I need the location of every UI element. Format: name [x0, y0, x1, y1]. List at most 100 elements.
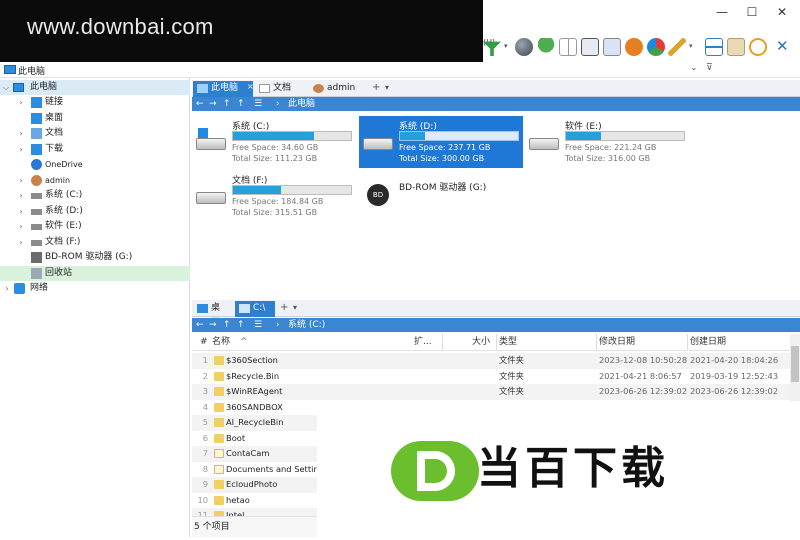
address-dropdown-icon[interactable]: ⌄ — [690, 63, 698, 73]
tab-desktop[interactable]: 桌面 — [193, 301, 233, 328]
menu-icon[interactable]: ☰ — [254, 97, 262, 111]
tab-documents[interactable]: 文档 — [255, 81, 307, 97]
chevron-down-icon[interactable]: ▾ — [504, 42, 508, 50]
breadcrumb[interactable]: 此电脑 — [288, 97, 315, 111]
back-icon[interactable]: ← — [196, 318, 204, 332]
address-path: 此电脑 — [18, 67, 46, 77]
sort-ascending-icon: ^ — [240, 337, 248, 347]
column-extension[interactable]: 扩... — [414, 334, 432, 350]
tab-this-pc[interactable]: 此电脑 × — [193, 79, 254, 97]
drive-tile[interactable]: 系统 (C:) Free Space: 34.60 GB Total Size: 1… — [192, 116, 356, 168]
broom-icon[interactable] — [668, 38, 686, 56]
column-name[interactable]: 名称 — [212, 334, 230, 350]
forward-icon[interactable]: → — [209, 97, 217, 111]
column-size[interactable]: 大小 — [472, 334, 490, 350]
tree-item[interactable]: › 链接 — [0, 95, 190, 110]
record-icon[interactable] — [749, 38, 767, 56]
table-row[interactable]: 2 $Recycle.Bin 文件夹 2021-04-21 8:06:57 2019-0… — [192, 369, 790, 385]
chevron-down-icon[interactable]: ▾ — [689, 42, 693, 50]
chevron-right-icon[interactable]: › — [17, 188, 25, 203]
drive-tile[interactable]: 文档 (F:) Free Space: 184.84 GB Total Size: … — [192, 170, 356, 222]
chevron-right-icon[interactable]: › — [17, 95, 25, 110]
table-row[interactable]: 1 $360Section 文件夹 2023-12-08 10:50:28 2021-0… — [192, 353, 790, 369]
drive-tile[interactable]: 系统 (D:) Free Space: 237.71 GB Total Size: … — [359, 116, 523, 168]
address-bar[interactable]: 此电脑 ⌄ ⊽ — [0, 62, 800, 78]
tree-item-label: OneDrive — [45, 160, 83, 169]
breadcrumb[interactable]: 系统 (C:) — [288, 318, 325, 332]
grid-icon[interactable] — [559, 38, 577, 56]
filter-icon[interactable]: ⊽ — [706, 63, 713, 73]
tree-item[interactable]: › 文档 (F:) — [0, 235, 190, 250]
chevron-down-icon[interactable]: ⌵ — [2, 80, 10, 95]
tree-item[interactable]: 回收站 — [0, 265, 190, 281]
up-icon[interactable]: ↑ — [237, 97, 245, 111]
chevron-right-icon[interactable]: › — [17, 219, 25, 234]
panel-icon[interactable] — [727, 38, 745, 56]
tab-admin[interactable]: admin — [309, 81, 367, 97]
tree-item[interactable]: › 系统 (D:) — [0, 204, 190, 219]
column-divider[interactable] — [687, 334, 688, 350]
chevron-right-icon[interactable]: › — [17, 204, 25, 219]
basketball-icon[interactable] — [625, 38, 643, 56]
tab-c-drive[interactable]: C:\ — [235, 301, 275, 317]
tree-item[interactable]: › 下载 — [0, 142, 190, 157]
modified-date: 2023-12-08 10:50:28 — [599, 355, 688, 365]
tree-item[interactable]: 桌面 — [0, 111, 190, 126]
chevron-right-icon[interactable]: › — [3, 281, 11, 296]
tab-list-dropdown-icon[interactable]: ▾ — [293, 303, 297, 312]
up-icon[interactable]: ↑ — [223, 97, 231, 111]
tree-item[interactable]: BD-ROM 驱动器 (G:) — [0, 250, 190, 265]
tree-icon[interactable] — [537, 38, 555, 56]
up-icon[interactable]: ↑ — [237, 318, 245, 332]
back-icon[interactable]: ← — [196, 97, 204, 111]
add-tab-button[interactable]: + — [280, 302, 288, 313]
tree-item[interactable]: › 系统 (C:) — [0, 188, 190, 203]
scrollbar-thumb[interactable] — [791, 346, 799, 382]
folder-icon — [214, 356, 224, 365]
night-mode-icon[interactable] — [515, 38, 533, 56]
chevron-right-icon: › — [276, 320, 280, 330]
column-type[interactable]: 类型 — [499, 334, 517, 350]
forward-icon[interactable]: → — [209, 318, 217, 332]
calculator-icon[interactable] — [581, 38, 599, 56]
tree-item[interactable]: › 文档 — [0, 126, 190, 141]
up-icon[interactable]: ↑ — [223, 318, 231, 332]
add-tab-button[interactable]: + — [372, 82, 380, 93]
minimize-button[interactable]: — — [712, 4, 732, 20]
color-icon[interactable] — [647, 38, 665, 56]
column-created[interactable]: 创建日期 — [690, 334, 726, 350]
tree-item[interactable]: › admin — [0, 173, 190, 188]
column-divider[interactable] — [442, 334, 443, 350]
tools-icon[interactable]: ✕ — [776, 37, 789, 55]
menu-icon[interactable]: ☰ — [254, 318, 262, 332]
tree-item[interactable]: OneDrive — [0, 157, 190, 172]
drive-tile[interactable]: 软件 (E:) Free Space: 221.24 GB Total Size: … — [525, 116, 689, 168]
tree-item-network[interactable]: › 网络 — [0, 281, 190, 296]
tree-item-this-pc[interactable]: ⌵ 此电脑 — [0, 80, 190, 95]
watermark-banner: www.downbai.com — [0, 0, 483, 62]
column-index[interactable]: # — [200, 334, 208, 350]
tree-item-label: 文档 (F:) — [45, 236, 81, 247]
hard-drive-icon — [196, 128, 226, 154]
chevron-right-icon[interactable]: › — [17, 126, 25, 141]
drive-tile[interactable]: BD BD-ROM 驱动器 (G:) — [359, 170, 523, 222]
free-space: Free Space: 184.84 GB — [232, 197, 324, 206]
chevron-right-icon[interactable]: › — [17, 142, 25, 157]
table-row[interactable]: 3 $WinREAgent 文件夹 2023-06-26 12:39:02 2023-0… — [192, 384, 790, 400]
tab-list-dropdown-icon[interactable]: ▾ — [385, 83, 389, 92]
tree-item[interactable]: › 软件 (E:) — [0, 219, 190, 234]
image-viewer-icon[interactable] — [603, 38, 621, 56]
status-bar: 5 个项目 — [192, 516, 317, 537]
tab-bar: 此电脑 × 文档 admin + ▾ — [192, 80, 800, 97]
chevron-right-icon[interactable]: › — [17, 173, 25, 188]
split-horizontal-icon[interactable] — [705, 38, 723, 56]
maximize-button[interactable]: ☐ — [742, 4, 762, 20]
close-tab-icon[interactable]: × — [247, 79, 254, 94]
chevron-right-icon[interactable]: › — [17, 235, 25, 250]
column-divider[interactable] — [496, 334, 497, 350]
close-button[interactable]: ✕ — [772, 4, 792, 20]
tree-item-label: 桌面 — [45, 112, 64, 123]
column-divider[interactable] — [596, 334, 597, 350]
total-size: Total Size: 111.23 GB — [232, 154, 318, 163]
column-modified[interactable]: 修改日期 — [599, 334, 635, 350]
